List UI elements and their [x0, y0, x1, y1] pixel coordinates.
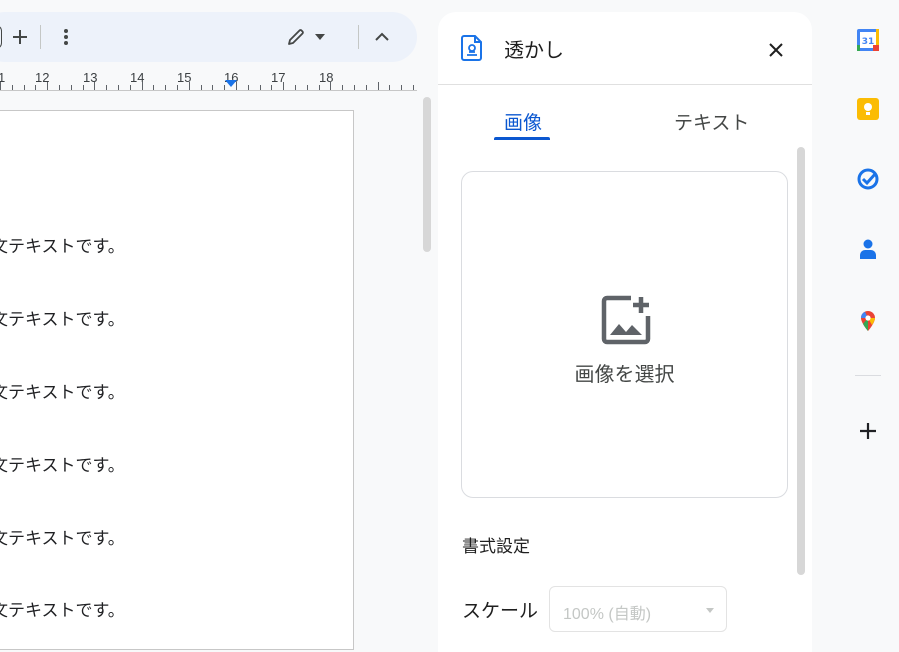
dropdown-caret-icon: [315, 34, 325, 40]
document-page[interactable]: 文テキストです。 文テキストです。 文テキストです。 文テキストです。 文テキス…: [0, 110, 354, 650]
panel-title: 透かし: [504, 40, 564, 62]
toolbar-divider: [358, 25, 359, 49]
panel-header: 透かし: [438, 12, 812, 85]
chevron-up-icon: [375, 32, 389, 41]
maps-icon: [861, 311, 875, 331]
ruler-tick: [47, 82, 48, 90]
side-app-calendar[interactable]: 31: [856, 28, 880, 52]
editing-mode-button[interactable]: [280, 22, 332, 52]
ruler-number: 18: [319, 70, 334, 85]
tab-text[interactable]: テキスト: [674, 108, 749, 135]
side-app-keep[interactable]: [856, 97, 880, 121]
document-line: 文テキストです。: [0, 529, 125, 548]
ruler-baseline: [0, 90, 417, 91]
select-image-label: 画像を選択: [574, 364, 675, 386]
toolbar: [0, 12, 417, 62]
toolbar-divider: [40, 25, 41, 49]
horizontal-ruler[interactable]: 1 12 13 14 15 16 17 18: [0, 68, 417, 92]
more-vert-icon: [64, 29, 68, 45]
insert-button[interactable]: [8, 25, 32, 49]
ruler-tick: [142, 82, 143, 90]
watermark-doc-icon: [461, 35, 482, 61]
dropdown-caret-icon: [706, 608, 714, 613]
get-add-ons-button[interactable]: [856, 419, 880, 443]
ruler-tick: [330, 82, 331, 90]
more-options-button[interactable]: [54, 25, 78, 49]
ruler-number: 13: [83, 70, 98, 85]
plus-icon: [860, 423, 876, 439]
ruler-tick: [283, 82, 284, 90]
ruler-tick: [0, 82, 1, 90]
side-app-tasks[interactable]: [856, 167, 880, 191]
scale-select[interactable]: 100% (自動): [549, 586, 727, 632]
ruler-tick: [189, 82, 190, 90]
toolbar-partial-button[interactable]: [0, 25, 2, 49]
svg-text:31: 31: [862, 37, 875, 47]
hide-menus-button[interactable]: [370, 25, 394, 49]
side-panel-divider: [855, 375, 881, 376]
contacts-icon: [860, 239, 876, 259]
document-line: 文テキストです。: [0, 456, 125, 475]
tab-image[interactable]: 画像: [504, 108, 542, 135]
ruler-tick: [94, 82, 95, 90]
right-indent-marker-icon: [225, 80, 237, 87]
document-scrollbar[interactable]: [423, 97, 431, 252]
document-line: 文テキストです。: [0, 383, 125, 402]
image-dropzone[interactable]: 画像を選択: [461, 171, 788, 498]
close-icon: [769, 43, 783, 57]
keep-icon: [857, 98, 879, 120]
calendar-icon: 31: [857, 29, 879, 51]
plus-icon: [13, 30, 27, 44]
scale-label: スケール: [462, 601, 539, 622]
side-app-contacts[interactable]: [856, 237, 880, 261]
document-line: 文テキストです。: [0, 601, 125, 620]
add-photo-icon: [601, 295, 651, 345]
panel-scrollbar[interactable]: [797, 147, 805, 575]
ruler-tick: [378, 82, 379, 90]
pencil-icon: [288, 29, 304, 45]
watermark-panel: 透かし 画像 テキスト 画像を選択 書式設定 スケール 100% (自動): [438, 12, 812, 652]
side-app-maps[interactable]: [856, 308, 880, 332]
close-button[interactable]: [765, 39, 787, 61]
scale-select-value: 100% (自動): [563, 606, 652, 623]
tasks-icon: [857, 168, 879, 190]
document-line: 文テキストです。: [0, 237, 125, 256]
format-settings-heading: 書式設定: [462, 537, 530, 556]
document-line: 文テキストです。: [0, 310, 125, 329]
selected-tab-indicator: [494, 137, 550, 140]
